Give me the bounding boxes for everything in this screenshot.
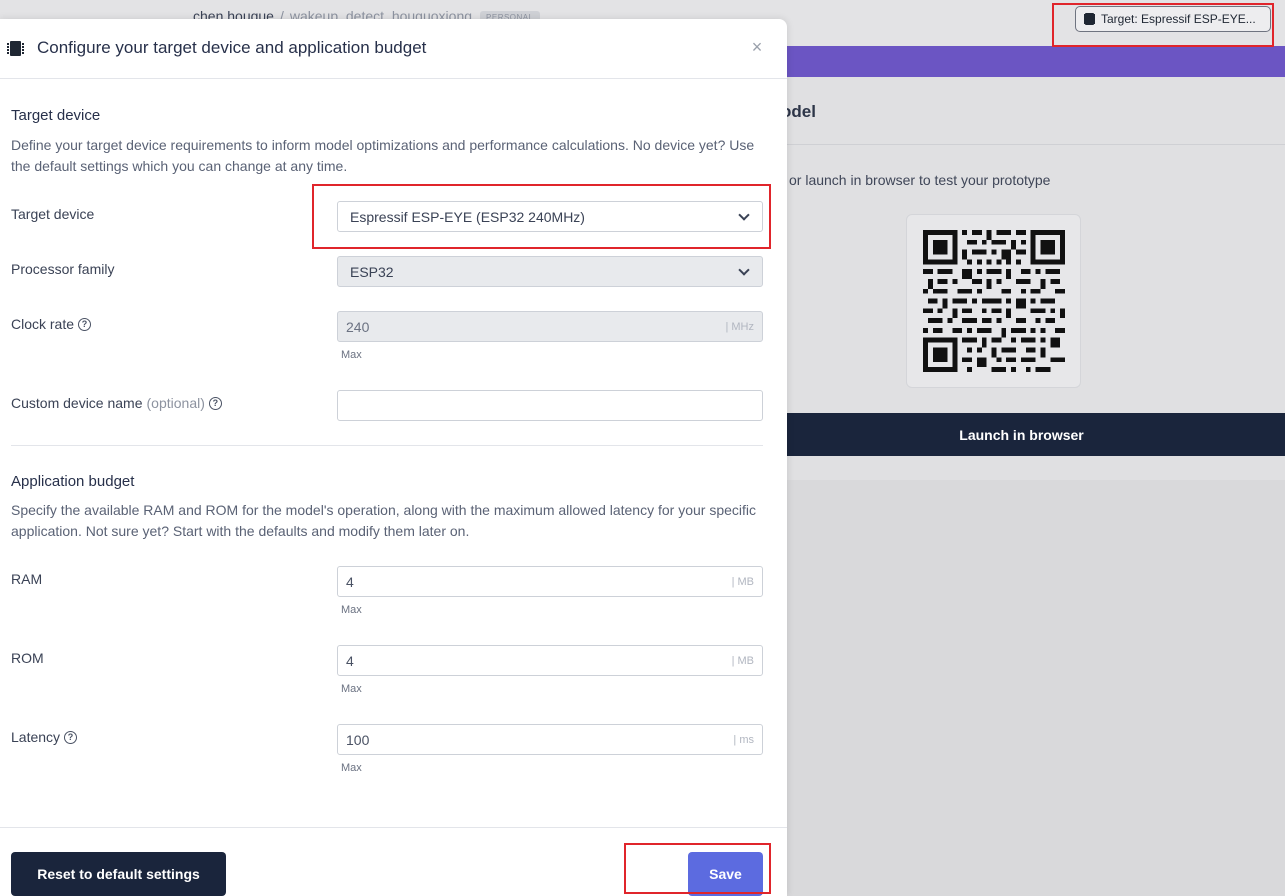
target-device-button-label: Target: Espressif ESP-EYE... bbox=[1101, 12, 1256, 26]
modal-footer-divider bbox=[0, 827, 787, 828]
custom-device-name-label-text: Custom device name bbox=[11, 395, 143, 411]
rom-value: 4 bbox=[346, 652, 354, 669]
rom-label-text: ROM bbox=[11, 650, 44, 666]
card-instructions: or launch in browser to test your protot… bbox=[789, 172, 1051, 188]
help-icon[interactable]: ? bbox=[208, 396, 222, 410]
section-divider bbox=[11, 445, 763, 446]
target-device-section-title: Target device bbox=[11, 107, 101, 124]
application-budget-section-title: Application budget bbox=[11, 473, 135, 490]
target-device-select[interactable]: Espressif ESP-EYE (ESP32 240MHz) bbox=[337, 201, 763, 232]
optional-tag: (optional) bbox=[146, 395, 205, 411]
ram-input[interactable]: 4 | MB bbox=[337, 566, 763, 597]
chip-icon bbox=[1085, 13, 1094, 25]
modal-title: Configure your target device and applica… bbox=[37, 38, 427, 57]
clock-rate-label-text: Clock rate bbox=[11, 316, 75, 332]
latency-label-text: Latency bbox=[11, 729, 61, 745]
custom-device-name-label: Custom device name (optional) ? bbox=[11, 395, 222, 411]
processor-family-selected-value: ESP32 bbox=[350, 263, 394, 280]
target-device-selected-value: Espressif ESP-EYE (ESP32 240MHz) bbox=[350, 208, 585, 225]
ram-label: RAM bbox=[11, 571, 42, 587]
target-device-label: Target device bbox=[11, 206, 94, 222]
processor-family-label: Processor family bbox=[11, 261, 114, 277]
latency-value: 100 bbox=[346, 731, 370, 748]
clock-rate-hint: Max bbox=[341, 349, 362, 361]
latency-unit: | ms bbox=[733, 733, 754, 746]
reset-to-default-button[interactable]: Reset to default settings bbox=[11, 852, 226, 896]
target-device-label-text: Target device bbox=[11, 206, 95, 222]
clock-rate-value: 240 bbox=[346, 318, 370, 335]
custom-device-name-input[interactable] bbox=[337, 390, 763, 421]
help-icon[interactable]: ? bbox=[78, 317, 92, 331]
rom-label: ROM bbox=[11, 650, 44, 666]
clock-rate-label: Clock rate ? bbox=[11, 316, 92, 332]
target-device-description: Define your target device requirements t… bbox=[11, 137, 755, 174]
processor-family-label-text: Processor family bbox=[11, 261, 115, 277]
rom-hint: Max bbox=[341, 683, 362, 695]
processor-family-select[interactable]: ESP32 bbox=[337, 256, 763, 287]
chevron-down-icon bbox=[738, 263, 750, 276]
modal-header: Configure your target device and applica… bbox=[0, 19, 787, 79]
target-device-button[interactable]: Target: Espressif ESP-EYE... bbox=[1075, 6, 1271, 32]
ram-unit: | MB bbox=[731, 575, 754, 588]
latency-input[interactable]: 100 | ms bbox=[337, 724, 763, 755]
card-divider bbox=[728, 144, 1285, 145]
clock-rate-input[interactable]: 240 | MHz bbox=[337, 311, 763, 342]
ram-label-text: RAM bbox=[11, 571, 43, 587]
launch-in-browser-button[interactable]: Launch in browser bbox=[728, 413, 1285, 456]
save-button[interactable]: Save bbox=[688, 852, 763, 896]
ram-value: 4 bbox=[346, 573, 354, 590]
rom-input[interactable]: 4 | MB bbox=[337, 645, 763, 676]
clock-rate-unit: | MHz bbox=[725, 320, 754, 333]
latency-label: Latency ? bbox=[11, 729, 78, 745]
configure-device-modal: Configure your target device and applica… bbox=[0, 19, 787, 896]
rom-unit: | MB bbox=[731, 654, 754, 667]
chevron-down-icon bbox=[738, 208, 750, 221]
latency-hint: Max bbox=[341, 762, 362, 774]
close-button[interactable]: × bbox=[748, 36, 766, 58]
chip-icon bbox=[7, 41, 24, 56]
qr-code-container bbox=[906, 214, 1081, 388]
application-budget-description: Specify the available RAM and ROM for th… bbox=[11, 502, 757, 539]
qr-code bbox=[923, 230, 1065, 372]
ram-hint: Max bbox=[341, 604, 362, 616]
help-icon[interactable]: ? bbox=[64, 730, 78, 744]
